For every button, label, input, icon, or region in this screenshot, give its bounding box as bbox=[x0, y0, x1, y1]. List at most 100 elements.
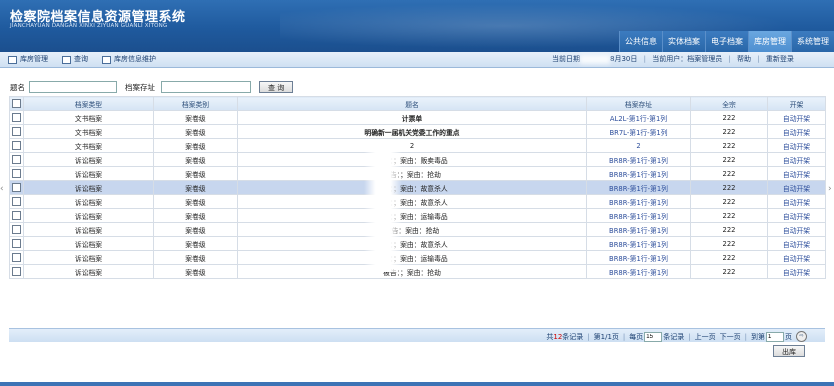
location-label: 档案存址 bbox=[125, 82, 155, 92]
row-select-cell[interactable] bbox=[9, 194, 24, 209]
row-checkbox[interactable] bbox=[12, 211, 21, 220]
cell-shelf-action[interactable]: 自动开架 bbox=[767, 180, 826, 195]
table-row[interactable]: 诉讼档案 案卷级 被告：；案由：故意杀人 BR8R-第1行-第1列 222 自动开架 bbox=[9, 194, 826, 209]
select-all-checkbox[interactable] bbox=[12, 99, 21, 108]
row-select-cell[interactable] bbox=[9, 208, 24, 223]
row-checkbox[interactable] bbox=[12, 267, 21, 276]
cell-shelf-action[interactable]: 自动开架 bbox=[767, 194, 826, 209]
row-select-cell[interactable] bbox=[9, 124, 24, 139]
nav-tab[interactable]: 公共信息 bbox=[619, 31, 662, 52]
row-select-cell[interactable] bbox=[9, 138, 24, 153]
redacted-region bbox=[364, 146, 402, 272]
row-checkbox[interactable] bbox=[12, 239, 21, 248]
nav-tab[interactable]: 库房管理 bbox=[748, 31, 791, 52]
row-select-cell[interactable] bbox=[9, 110, 24, 125]
pagination-bar: 共12条记录 | 第1/1页 | 每页 条记录 | 上一页 下一页 | 到第 页… bbox=[9, 328, 825, 342]
folder-icon bbox=[8, 55, 17, 64]
row-checkbox[interactable] bbox=[12, 155, 21, 164]
row-select-cell[interactable] bbox=[9, 250, 24, 265]
nav-tab[interactable]: 电子档案 bbox=[705, 31, 748, 52]
table-row[interactable]: 诉讼档案 案卷级 被告：；案由：故意杀人 BR8R-第1行-第1列 222 自动开架 bbox=[9, 236, 826, 251]
nav-tab[interactable]: 系统管理 bbox=[791, 31, 834, 52]
cell-location[interactable]: AL2L-第1行-第1列 bbox=[586, 110, 691, 125]
cell-shelf-action[interactable]: 自动开架 bbox=[767, 138, 826, 153]
row-checkbox[interactable] bbox=[12, 253, 21, 262]
left-scroll-icon[interactable]: ‹ bbox=[0, 184, 4, 194]
cell-location[interactable]: BR7L-第1行-第1列 bbox=[586, 124, 691, 139]
cell-location[interactable]: BR8R-第1行-第1列 bbox=[586, 236, 691, 251]
toolbar-item-warehouse[interactable]: 库房管理 bbox=[8, 54, 48, 65]
row-select-cell[interactable] bbox=[9, 166, 24, 181]
per-page-input[interactable] bbox=[644, 331, 663, 342]
cell-type: 文书档案 bbox=[23, 110, 154, 125]
jump-page-input[interactable] bbox=[766, 331, 784, 342]
cell-location[interactable]: BR8R-第1行-第1列 bbox=[586, 250, 691, 265]
right-scroll-icon[interactable]: › bbox=[828, 184, 832, 194]
folder-icon bbox=[62, 55, 71, 64]
cell-location[interactable]: BR8R-第1行-第1列 bbox=[586, 194, 691, 209]
table-row[interactable]: 诉讼档案 案卷级 被告：；案由：运输毒品 BR8R-第1行-第1列 222 自动开架 bbox=[9, 208, 826, 223]
row-checkbox[interactable] bbox=[12, 169, 21, 178]
go-icon[interactable]: ⇨ bbox=[796, 331, 807, 342]
cell-location[interactable]: BR8R-第1行-第1列 bbox=[586, 222, 691, 237]
table-row[interactable]: 文书档案 案卷级 计票单 AL2L-第1行-第1列 222 自动开架 bbox=[9, 110, 826, 125]
redacted-mark bbox=[580, 54, 610, 64]
cell-shelf-action[interactable]: 自动开架 bbox=[767, 124, 826, 139]
table-row[interactable]: 诉讼档案 案卷级 被告：；案由：抢劫 BR8R-第1行-第1列 222 自动开架 bbox=[9, 166, 826, 181]
nav-tab[interactable]: 实体档案 bbox=[662, 31, 705, 52]
row-checkbox[interactable] bbox=[12, 183, 21, 192]
table-row[interactable]: 诉讼档案 案卷级 被告：；案由：运输毒品 BR8R-第1行-第1列 222 自动开架 bbox=[9, 250, 826, 265]
cell-title: 被告：；案由：故意杀人 bbox=[237, 236, 587, 251]
row-checkbox[interactable] bbox=[12, 141, 21, 150]
toolbar-item-query[interactable]: 查询 bbox=[62, 54, 88, 65]
cell-fonds: 222 bbox=[690, 208, 768, 223]
cell-shelf-action[interactable]: 自动开架 bbox=[767, 152, 826, 167]
row-select-cell[interactable] bbox=[9, 236, 24, 251]
header-shelf: 开架 bbox=[767, 96, 826, 111]
row-select-cell[interactable] bbox=[9, 264, 24, 279]
cell-shelf-action[interactable]: 自动开架 bbox=[767, 264, 826, 279]
cell-shelf-action[interactable]: 自动开架 bbox=[767, 110, 826, 125]
row-checkbox[interactable] bbox=[12, 197, 21, 206]
cell-shelf-action[interactable]: 自动开架 bbox=[767, 208, 826, 223]
prev-page-link[interactable]: 上一页 bbox=[695, 332, 716, 342]
table-row[interactable]: 诉讼档案 案卷级 被告：；案由：贩卖毒品 BR8R-第1行-第1列 222 自动开架 bbox=[9, 152, 826, 167]
cell-shelf-action[interactable]: 自动开架 bbox=[767, 250, 826, 265]
cell-shelf-action[interactable]: 自动开架 bbox=[767, 236, 826, 251]
row-select-cell[interactable] bbox=[9, 152, 24, 167]
table-row[interactable]: 诉讼档案 案卷级 被告：案由：抢劫 BR8R-第1行-第1列 222 自动开架 bbox=[9, 222, 826, 237]
cell-location[interactable]: BR8R-第1行-第1列 bbox=[586, 264, 691, 279]
row-select-cell[interactable] bbox=[9, 222, 24, 237]
cell-category: 案卷级 bbox=[153, 236, 238, 251]
checkout-button[interactable]: 出库 bbox=[773, 345, 805, 357]
next-page-link[interactable]: 下一页 bbox=[720, 332, 741, 342]
help-link[interactable]: 帮助 bbox=[737, 55, 751, 63]
relogin-link[interactable]: 重新登录 bbox=[766, 55, 794, 63]
table-row[interactable]: 诉讼档案 案卷级 被告：；案由：故意杀人 BR8R-第1行-第1列 222 自动开架 bbox=[9, 180, 826, 195]
cell-fonds: 222 bbox=[690, 236, 768, 251]
cell-location[interactable]: BR8R-第1行-第1列 bbox=[586, 208, 691, 223]
select-all-cell[interactable] bbox=[9, 96, 24, 111]
search-bar: 题名 档案存址 查 询 bbox=[10, 80, 294, 94]
toolbar-status: 当前日期 8月30日 | 当前用户：档案管理员 | 帮助 | 重新登录 bbox=[552, 54, 794, 64]
row-checkbox[interactable] bbox=[12, 225, 21, 234]
table-row[interactable]: 文书档案 案卷级 2 2 222 自动开架 bbox=[9, 138, 826, 153]
cell-type: 文书档案 bbox=[23, 138, 154, 153]
table-row[interactable]: 文书档案 案卷级 明确新一届机关党委工作的重点 BR7L-第1行-第1列 222 自动开架 bbox=[9, 124, 826, 139]
top-navigation: 公共信息 实体档案 电子档案 库房管理 系统管理 bbox=[619, 31, 834, 52]
cell-shelf-action[interactable]: 自动开架 bbox=[767, 222, 826, 237]
title-input[interactable] bbox=[29, 81, 117, 93]
cell-location[interactable]: BR8R-第1行-第1列 bbox=[586, 152, 691, 167]
row-select-cell[interactable] bbox=[9, 180, 24, 195]
cell-location[interactable]: 2 bbox=[586, 138, 691, 153]
location-input[interactable] bbox=[161, 81, 251, 93]
cell-shelf-action[interactable]: 自动开架 bbox=[767, 166, 826, 181]
toolbar-item-maintenance[interactable]: 库房信息维护 bbox=[102, 54, 156, 65]
row-checkbox[interactable] bbox=[12, 127, 21, 136]
cell-location[interactable]: BR8R-第1行-第1列 bbox=[586, 166, 691, 181]
header-category: 档案类别 bbox=[153, 96, 238, 111]
search-button[interactable]: 查 询 bbox=[259, 81, 294, 93]
table-row[interactable]: 诉讼档案 案卷级 被告：；案由：抢劫 BR8R-第1行-第1列 222 自动开架 bbox=[9, 264, 826, 279]
cell-location[interactable]: BR8R-第1行-第1列 bbox=[586, 180, 691, 195]
row-checkbox[interactable] bbox=[12, 113, 21, 122]
